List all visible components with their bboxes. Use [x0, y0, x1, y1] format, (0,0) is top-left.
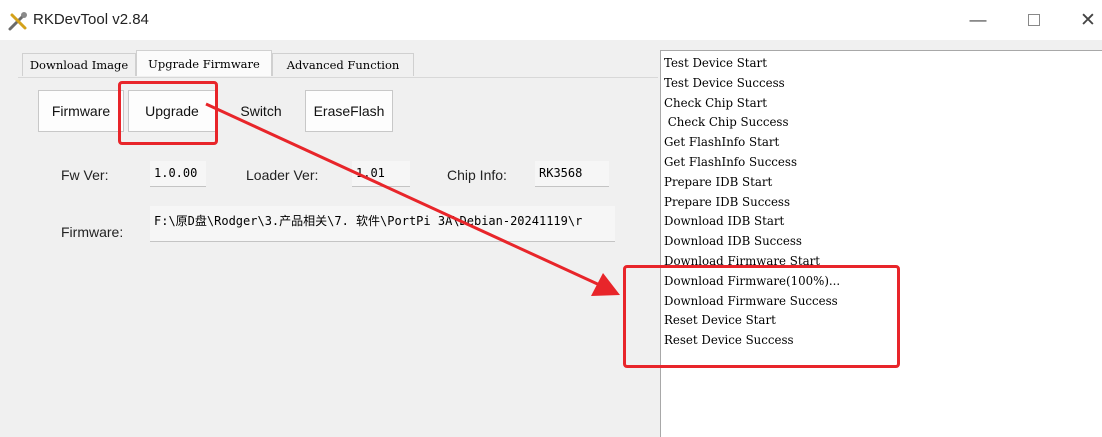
annotation-arrow: [205, 102, 620, 296]
